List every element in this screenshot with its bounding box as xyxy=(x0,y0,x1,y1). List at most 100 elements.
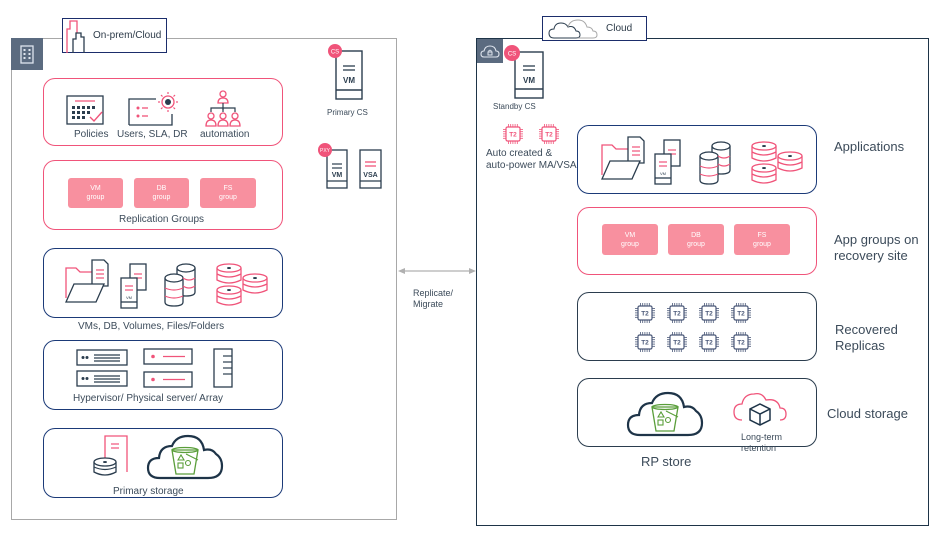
long-term-retention-label: Long-term retention xyxy=(741,432,782,454)
auto-created-line2: auto-power MA/VSA xyxy=(486,160,577,171)
primary-cs-server-icon: VM CS xyxy=(326,42,366,102)
long-term-retention-cloud-icon xyxy=(732,390,788,428)
vm-group-line1: VM xyxy=(90,185,101,192)
ltr-line1: Long-term xyxy=(741,432,783,442)
org-hierarchy-icon xyxy=(203,90,243,128)
app-groups-title-line2: recovery site xyxy=(834,248,908,263)
infrastructure-caption: Hypervisor/ Physical server/ Array xyxy=(73,393,224,404)
app-disk-volumes-icon xyxy=(750,140,806,186)
proxy-badge: PXY xyxy=(320,148,331,154)
replicate-label: Replicate/ xyxy=(413,288,454,298)
recovered-replicas-title-line1: Recovered xyxy=(835,322,898,337)
recovery-db-group-line2: group xyxy=(687,240,705,248)
replication-groups-caption: Replication Groups xyxy=(119,214,205,225)
calendar-check-icon xyxy=(66,95,106,127)
chip-label: T2 xyxy=(509,132,517,139)
chip-label: T2 xyxy=(641,340,649,347)
app-vm-files-icon: VM xyxy=(652,138,684,186)
on-prem-title-tag: On-prem/Cloud xyxy=(62,18,167,53)
clouds-icon xyxy=(548,18,600,39)
vm-group-line2: group xyxy=(86,194,105,201)
app-database-icon xyxy=(698,140,734,186)
cloud-site-container xyxy=(476,38,929,526)
replicate-migrate-arrow xyxy=(398,268,476,274)
replicate-migrate-label: Replicate/ Migrate xyxy=(413,288,453,310)
recovery-db-group-line1: DB xyxy=(691,231,701,239)
proxy-vm-server-icon: VM PXY xyxy=(316,142,350,190)
fs-group-line2: group xyxy=(219,194,237,201)
chip-label: T2 xyxy=(737,340,745,347)
chip-label: T2 xyxy=(737,311,745,318)
db-group-chip: DB group xyxy=(134,178,189,208)
city-buildings-icon xyxy=(65,19,91,53)
replica-chip-icon: T2 xyxy=(667,303,687,323)
fs-group-line1: FS xyxy=(223,185,233,192)
vsa-text: VSA xyxy=(363,172,377,179)
cloud-title: Cloud xyxy=(606,23,633,34)
settings-panel-icon xyxy=(128,92,178,126)
app-groups-title-line1: App groups on xyxy=(834,232,919,247)
vm-files-icon: VM xyxy=(118,262,150,310)
app-groups-title: App groups on recovery site xyxy=(834,232,919,264)
replica-chip-icon: T2 xyxy=(699,332,719,352)
recovery-fs-group-line2: group xyxy=(753,240,771,248)
database-icon xyxy=(163,262,199,308)
db-group-line1: DB xyxy=(156,185,167,192)
cloud-title-tag: Cloud xyxy=(542,16,647,41)
standby-cs-caption: Standby CS xyxy=(493,102,536,111)
chip-label: T2 xyxy=(705,311,713,318)
recovered-replicas-title: Recovered Replicas xyxy=(835,322,898,354)
disk-server-icon xyxy=(93,434,129,478)
rp-store-caption: RP store xyxy=(641,454,692,469)
cloud-lock-icon xyxy=(477,39,503,63)
recovery-vm-group-chip: VM group xyxy=(602,224,658,255)
automation-label: automation xyxy=(200,129,250,140)
rp-store-cloud-bucket-icon xyxy=(626,391,704,437)
policies-label: Policies xyxy=(74,129,109,140)
replica-chip-grid: T2 T2 T2 T2 T2 T2 T2 T2 xyxy=(634,302,764,353)
physical-server-icon xyxy=(143,348,195,390)
primary-cs-vm-text: VM xyxy=(343,76,355,85)
storage-array-icon xyxy=(213,348,235,390)
chip-label: T2 xyxy=(641,311,649,318)
applications-vm-text: VM xyxy=(660,171,666,176)
applications-title: Applications xyxy=(834,139,905,154)
recovery-fs-group-line1: FS xyxy=(757,231,767,239)
vm-group-chip: VM group xyxy=(68,178,123,208)
folder-document-icon xyxy=(64,258,112,306)
recovery-vm-group-line1: VM xyxy=(624,231,636,239)
db-group-line2: group xyxy=(152,194,171,201)
chip-label: T2 xyxy=(673,340,681,347)
replica-chip-icon: T2 xyxy=(667,332,687,352)
building-icon xyxy=(11,38,43,70)
workloads-vm-text: VM xyxy=(126,295,132,300)
replica-chip-icon: T2 xyxy=(731,303,751,323)
workloads-caption: VMs, DB, Volumes, Files/Folders xyxy=(78,321,225,332)
migrate-label: Migrate xyxy=(413,299,444,309)
recovery-vm-group-line2: group xyxy=(621,240,639,248)
replica-chip-icon: T2 xyxy=(635,303,655,323)
auto-instance-chips: T2 T2 xyxy=(502,123,560,145)
vsa-server-icon: VSA xyxy=(358,148,384,190)
chip-label: T2 xyxy=(673,311,681,318)
proxy-vm-text: VM xyxy=(332,172,343,179)
standby-cs-vm-text: VM xyxy=(523,76,535,85)
hypervisor-rack-icon xyxy=(76,349,130,389)
replica-chip-icon: T2 xyxy=(699,303,719,323)
standby-cs-server-icon: VM CS xyxy=(503,44,544,100)
auto-created-caption: Auto created & auto-power MA/VSA xyxy=(486,148,577,172)
recovery-fs-group-chip: FS group xyxy=(734,224,790,255)
replica-chip-icon: T2 xyxy=(635,332,655,352)
fs-group-chip: FS group xyxy=(200,178,256,208)
chip-label: T2 xyxy=(705,340,713,347)
ltr-line2: retention xyxy=(741,443,777,453)
on-prem-title: On-prem/Cloud xyxy=(93,30,162,41)
recovered-replicas-title-line2: Replicas xyxy=(835,338,885,353)
recovery-db-group-chip: DB group xyxy=(668,224,724,255)
users-sla-dr-label: Users, SLA, DR xyxy=(117,129,188,140)
primary-cs-caption: Primary CS xyxy=(327,108,368,117)
replica-chip-icon: T2 xyxy=(731,332,751,352)
cloud-bucket-icon xyxy=(146,434,224,480)
primary-cs-badge: CS xyxy=(331,50,339,56)
standby-cs-badge: CS xyxy=(508,52,516,58)
